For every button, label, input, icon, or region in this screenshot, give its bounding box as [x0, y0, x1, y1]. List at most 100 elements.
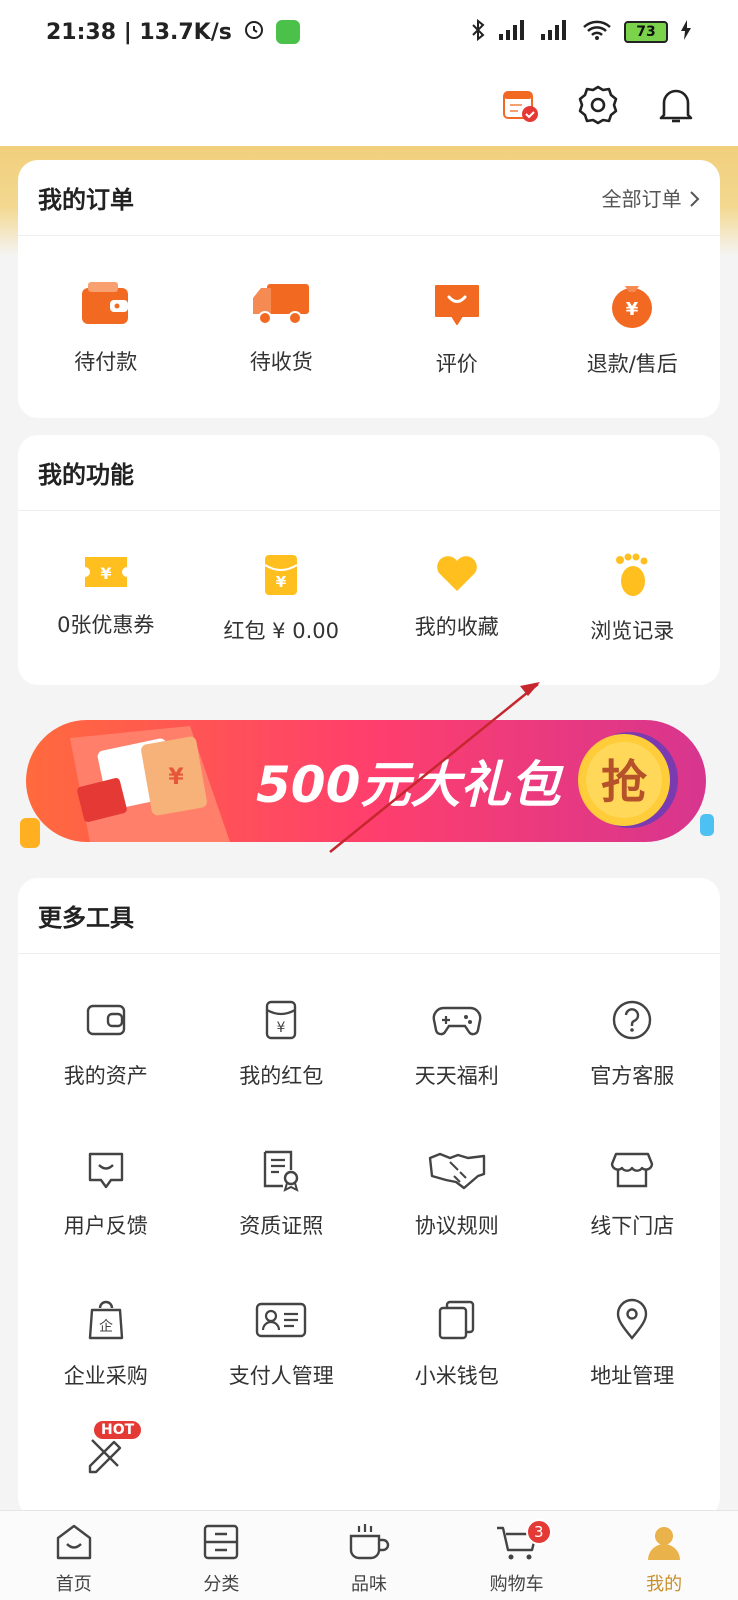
svg-text:¥: ¥	[168, 765, 184, 790]
tool-label: 官方客服	[590, 1064, 675, 1088]
order-review[interactable]: 评价	[369, 280, 545, 378]
tab-mine[interactable]: 我的	[590, 1511, 738, 1600]
comment-icon	[432, 280, 482, 334]
function-item-label: 浏览记录	[590, 619, 675, 643]
tab-taste[interactable]: 品味	[295, 1511, 443, 1600]
tool-offline-stores[interactable]: 线下门店	[545, 1148, 721, 1298]
tool-label: 企业采购	[63, 1364, 148, 1388]
id-card-icon	[254, 1298, 308, 1346]
tool-mi-wallet[interactable]: 小米钱包	[369, 1298, 545, 1448]
bluetooth-icon	[470, 18, 486, 46]
tool-daily-welfare[interactable]: 天天福利	[369, 998, 545, 1148]
user-icon	[644, 1522, 684, 1566]
order-refund-aftersale[interactable]: ¥ 退款/售后	[545, 280, 721, 378]
wifi-icon	[582, 19, 612, 45]
tool-label: 用户反馈	[63, 1214, 148, 1238]
tool-label: 线下门店	[590, 1214, 675, 1238]
status-time: 21:38 | 13.7K/s	[46, 19, 232, 45]
certificate-icon	[259, 1148, 303, 1196]
tool-label: 地址管理	[590, 1364, 675, 1388]
tool-label: 天天福利	[414, 1064, 499, 1088]
tool-feedback[interactable]: 用户反馈	[18, 1148, 194, 1298]
orders-card: 我的订单 全部订单 待付款 待收货 评价 ¥ 退款/售后	[18, 160, 720, 418]
tool-payer-management[interactable]: 支付人管理	[194, 1298, 370, 1448]
battery-indicator: 73	[624, 21, 668, 43]
chevron-right-icon	[688, 187, 700, 211]
orders-title: 我的订单	[38, 186, 134, 214]
functions-title: 我的功能	[38, 461, 134, 489]
tool-label: 小米钱包	[414, 1364, 499, 1388]
order-pending-delivery[interactable]: 待收货	[194, 280, 370, 378]
tab-label: 分类	[203, 1574, 240, 1595]
app-notification-icon	[275, 20, 300, 44]
enterprise-bag-icon: 企	[84, 1298, 128, 1346]
order-item-label: 评价	[435, 352, 478, 376]
tool-label: 资质证照	[239, 1214, 324, 1238]
function-item-label: 红包 ¥ 0.00	[223, 619, 339, 643]
envelope-outline-icon: ¥	[259, 998, 303, 1046]
tool-my-red-envelope[interactable]: ¥ 我的红包	[194, 998, 370, 1148]
tools-title: 更多工具	[38, 904, 134, 932]
tool-customer-service[interactable]: 官方客服	[545, 998, 721, 1148]
status-bar: 21:38 | 13.7K/s 73	[0, 0, 738, 64]
footprint-icon	[612, 553, 652, 601]
tab-label: 我的	[646, 1574, 683, 1595]
question-icon	[610, 998, 654, 1046]
svg-text:企: 企	[99, 1318, 113, 1335]
category-icon	[201, 1522, 241, 1566]
all-orders-link[interactable]: 全部订单	[602, 183, 700, 212]
tool-address-management[interactable]: 地址管理	[545, 1298, 721, 1448]
location-pin-icon	[610, 1298, 654, 1346]
function-favorites[interactable]: 我的收藏	[369, 553, 545, 645]
tab-category[interactable]: 分类	[148, 1511, 296, 1600]
tool-label: 我的红包	[239, 1064, 324, 1088]
tools-grid: 我的资产 ¥ 我的红包 天天福利 官方客服 用户反馈 资质证照 协议规则 线下门…	[18, 954, 720, 1448]
feedback-icon	[84, 1148, 128, 1196]
tool-label: 协议规则	[414, 1214, 499, 1238]
tool-label: 支付人管理	[228, 1364, 334, 1388]
home-icon	[54, 1522, 94, 1566]
ruler-pencil-icon	[84, 1439, 128, 1478]
tab-label: 品味	[350, 1574, 387, 1595]
wallet-icon	[80, 280, 132, 332]
charging-icon	[680, 20, 692, 44]
tools-card: 更多工具 我的资产 ¥ 我的红包 天天福利 官方客服 用户反馈 资质证照 协议规…	[18, 878, 720, 1518]
tool-my-assets[interactable]: 我的资产	[18, 998, 194, 1148]
function-history[interactable]: 浏览记录	[545, 553, 721, 645]
tool-certificates[interactable]: 资质证照	[194, 1148, 370, 1298]
red-envelope-icon: ¥	[262, 553, 300, 601]
tab-label: 购物车	[489, 1574, 544, 1595]
svg-text:¥: ¥	[277, 1020, 286, 1036]
coupon-icon: ¥	[83, 553, 129, 595]
function-red-envelope[interactable]: ¥ 红包 ¥ 0.00	[194, 553, 370, 645]
annotation-arrow	[329, 682, 540, 853]
refund-icon: ¥	[607, 280, 657, 334]
order-pending-payment[interactable]: 待付款	[18, 280, 194, 378]
bell-icon[interactable]	[654, 83, 698, 127]
handshake-icon	[428, 1148, 486, 1196]
calendar-check-icon[interactable]	[498, 83, 542, 127]
order-item-label: 退款/售后	[586, 352, 678, 376]
tab-cart[interactable]: 3 购物车	[443, 1511, 591, 1600]
function-item-label: 我的收藏	[414, 615, 499, 639]
gear-icon[interactable]	[576, 83, 620, 127]
function-coupons[interactable]: ¥ 0张优惠券	[18, 553, 194, 645]
tool-agreements[interactable]: 协议规则	[369, 1148, 545, 1298]
top-bar	[0, 64, 738, 146]
order-item-label: 待收货	[249, 350, 313, 374]
cup-icon	[347, 1522, 391, 1566]
svg-text:¥: ¥	[276, 573, 287, 591]
bottom-nav: 首页 分类 品味 3 购物车 我的	[0, 1510, 738, 1600]
order-item-label: 待付款	[74, 350, 138, 374]
alarm-icon	[242, 17, 266, 47]
tab-label: 首页	[55, 1574, 92, 1595]
signal-hd-icon	[540, 19, 570, 45]
promo-grab-button[interactable]: 抢	[601, 755, 648, 809]
hot-badge: HOT	[94, 1421, 142, 1439]
tab-home[interactable]: 首页	[0, 1511, 148, 1600]
functions-card: 我的功能 ¥ 0张优惠券 ¥ 红包 ¥ 0.00 我的收藏 浏览记录	[18, 435, 720, 685]
svg-text:¥: ¥	[100, 564, 111, 583]
wallet-outline-icon	[84, 998, 128, 1046]
gamepad-icon	[432, 998, 482, 1046]
cards-icon	[435, 1298, 479, 1346]
